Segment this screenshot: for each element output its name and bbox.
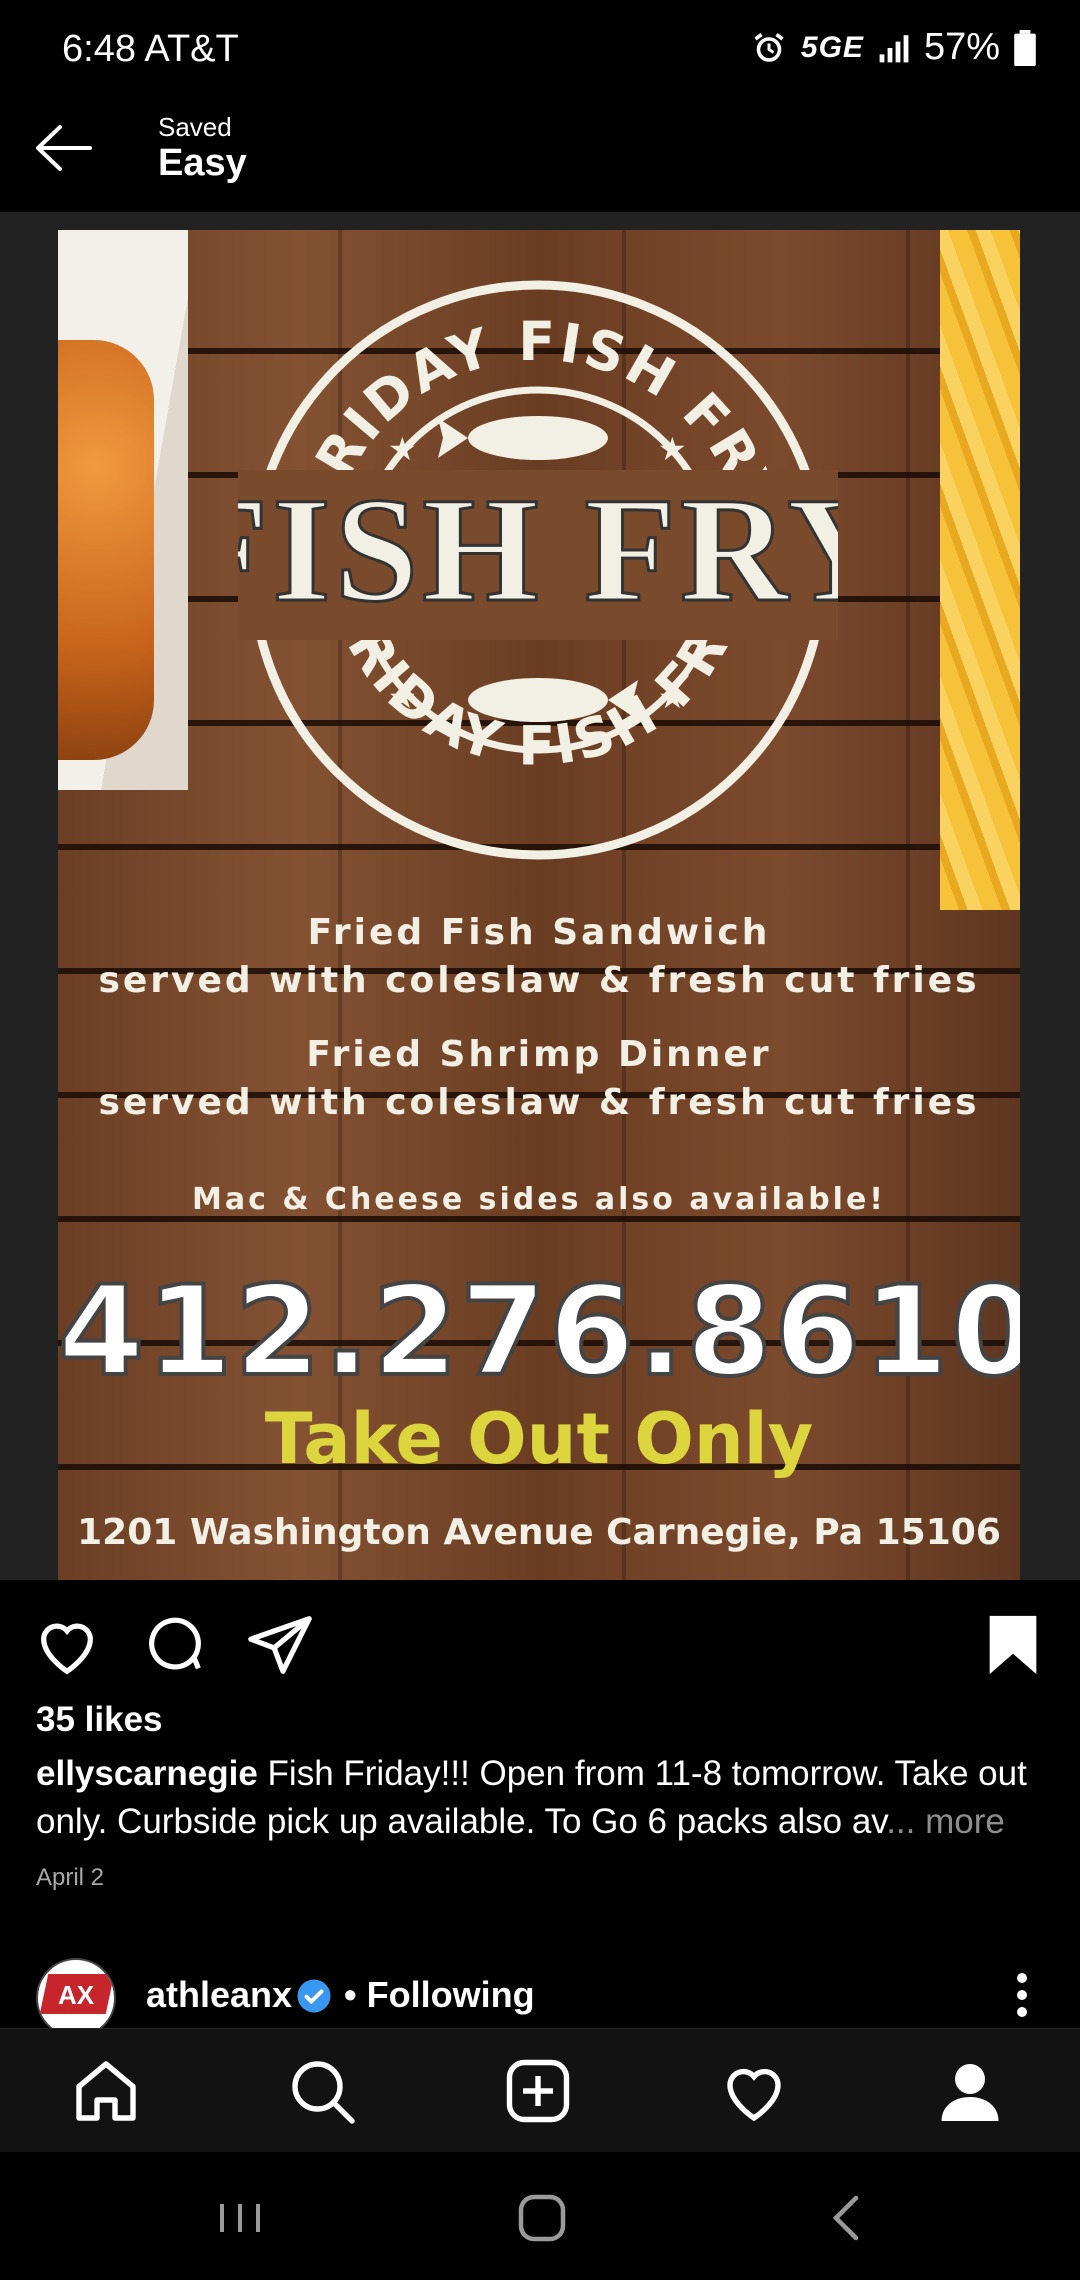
status-bar: 6:48 AT&T 5GE 57% [0,0,1080,84]
share-send-icon[interactable] [245,1610,315,1680]
address-text: 1201 Washington Avenue Carnegie, Pa 1510… [77,1512,1001,1553]
menu-item-1-desc: served with coleslaw & fresh cut fries [98,960,980,1001]
fish-top-graphic [438,416,608,460]
post-date: April 2 [36,1864,105,1891]
next-post-username[interactable]: athleanx [146,1974,292,2016]
post-media[interactable]: FRIDAY FISH FRY FRIDAY FISH FRY FISH FRY… [0,212,1080,1580]
battery-icon [1014,29,1036,66]
next-post-header: AX athleanx • Following [0,1950,1080,2038]
verified-badge-icon [297,1979,331,2013]
more-options-icon[interactable] [1014,1970,1030,2020]
caption-ellipsis: ... [886,1802,916,1841]
header-subtitle: Saved [158,112,232,142]
likes-count[interactable]: 35 likes [36,1700,163,1740]
bottom-navigation [0,2028,1080,2152]
svg-text:★: ★ [388,431,417,467]
phone-number: 412.276.8610 [58,1258,1020,1406]
svg-text:★: ★ [658,431,687,467]
home-button-icon[interactable] [512,2188,572,2248]
more-link[interactable]: more [925,1802,1005,1841]
svg-text:★: ★ [658,679,687,715]
battery-percent: 57% [923,26,1000,68]
system-back-icon[interactable] [818,2188,878,2248]
menu-item-2-desc: served with coleslaw & fresh cut fries [98,1082,980,1123]
post-caption: ellyscarnegie Fish Friday!!! Open from 1… [36,1750,1046,1846]
fries-image [940,230,1020,910]
network-label: 5GE [800,30,864,64]
alarm-icon [754,32,784,62]
activity-heart-icon[interactable] [718,2055,790,2127]
sides-note: Mac & Cheese sides also available! [192,1182,886,1217]
recent-apps-icon[interactable] [210,2188,270,2248]
takeout-only-text: Take Out Only [264,1398,814,1480]
search-icon[interactable] [286,2055,358,2127]
following-status[interactable]: • Following [344,1974,535,2016]
fish-fry-flyer-image[interactable]: FRIDAY FISH FRY FRIDAY FISH FRY FISH FRY… [58,230,1020,1580]
top-header: Saved Easy [0,84,1080,212]
back-arrow-icon[interactable] [26,110,102,186]
status-indicators: 5GE 57% [751,26,1036,69]
new-post-icon[interactable] [502,2055,574,2127]
caption-username[interactable]: ellyscarnegie [36,1754,258,1793]
comment-icon[interactable] [140,1610,210,1680]
saved-bookmark-icon[interactable] [978,1610,1048,1680]
profile-icon[interactable] [934,2055,1006,2127]
fried-fish-piece [58,340,154,760]
home-icon[interactable] [70,2055,142,2127]
post-actions [0,1580,1080,1700]
menu-item-2-title: Fried Shrimp Dinner [306,1034,772,1075]
fish-fry-seal: FRIDAY FISH FRY FRIDAY FISH FRY FISH FRY… [238,280,838,860]
status-time-carrier: 6:48 AT&T [62,28,239,70]
avatar-logo-text: AX [57,1980,95,2010]
signal-icon [879,34,909,62]
avatar[interactable]: AX [36,1958,116,2038]
like-heart-icon[interactable] [32,1610,102,1680]
seal-center-text: FISH FRY [238,467,838,633]
collection-title: Easy [158,142,247,184]
svg-text:★: ★ [388,679,417,715]
system-navigation-bar [0,2152,1080,2280]
menu-item-1-title: Fried Fish Sandwich [307,912,771,953]
